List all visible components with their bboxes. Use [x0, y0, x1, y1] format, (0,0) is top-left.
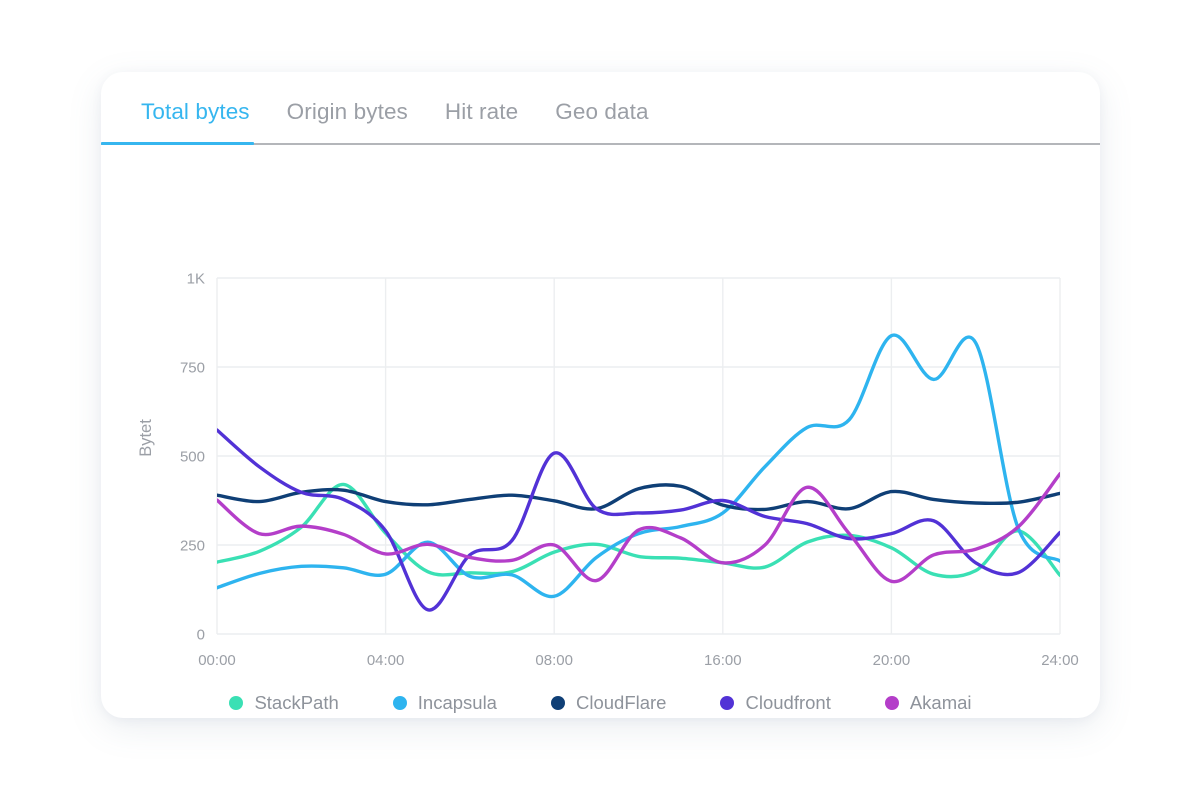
- chart-gridlines: [216, 277, 1061, 635]
- legend-color-dot-icon: [550, 696, 565, 710]
- tab-hit-rate[interactable]: Hit rate: [445, 98, 518, 126]
- screen-root: Total bytes Origin bytes Hit rate Geo data …: [0, 0, 1200, 800]
- line-chart: 0 250 500 750 1K Bytet 00:00 04:00 08:00 16:00 20:…: [137, 271, 1079, 670]
- legend-item-incapsula[interactable]: Incapsula: [392, 692, 497, 714]
- legend-label: Incapsula: [417, 692, 497, 713]
- legend-color-dot-icon: [229, 696, 244, 710]
- y-axis-tick-label: 500: [180, 449, 205, 466]
- legend-item-cloudfront[interactable]: Cloudfront: [720, 692, 831, 714]
- tab-bar: Total bytes Origin bytes Hit rate Geo data: [101, 72, 1100, 146]
- y-axis: 0 250 500 750 1K: [180, 271, 205, 644]
- tab-geo-data[interactable]: Geo data: [555, 98, 648, 126]
- y-axis-tick-label: 250: [180, 538, 205, 555]
- tab-total-bytes[interactable]: Total bytes: [141, 98, 250, 126]
- series-line-cloudflare[interactable]: [217, 483, 1060, 512]
- active-tab-indicator: [101, 142, 254, 145]
- x-axis-tick-label: 16:00: [704, 652, 742, 669]
- legend-label: StackPath: [254, 692, 339, 713]
- tab-origin-bytes[interactable]: Origin bytes: [287, 98, 408, 126]
- x-axis-tick-label: 24:00: [1041, 652, 1079, 669]
- legend-color-dot-icon: [720, 696, 735, 710]
- legend-label: CloudFlare: [575, 692, 667, 713]
- legend-color-dot-icon: [884, 696, 899, 710]
- y-axis-tick-label: 1K: [187, 271, 205, 288]
- legend-label: Cloudfront: [745, 692, 831, 713]
- x-axis-tick-label: 08:00: [535, 652, 573, 669]
- chart-series-group: [217, 333, 1060, 612]
- chart-container: 0 250 500 750 1K Bytet 00:00 04:00 08:00 16:00 20:…: [101, 146, 1100, 718]
- x-axis-tick-label: 00:00: [198, 652, 236, 669]
- chart-legend: StackPath Incapsula CloudFlare Cloudfront Ak…: [101, 692, 1100, 714]
- legend-item-cloudflare[interactable]: CloudFlare: [550, 692, 667, 714]
- legend-label: Akamai: [909, 692, 972, 713]
- series-line-cloudfront[interactable]: [217, 428, 1060, 612]
- x-axis: 00:00 04:00 08:00 16:00 20:00 24:00: [198, 652, 1079, 669]
- x-axis-tick-label: 04:00: [367, 652, 405, 669]
- legend-item-stackpath[interactable]: StackPath: [229, 692, 339, 714]
- y-axis-tick-label: 0: [197, 627, 205, 644]
- legend-color-dot-icon: [392, 696, 407, 710]
- tab-list: Total bytes Origin bytes Hit rate Geo data: [141, 98, 649, 126]
- y-axis-title: Bytet: [137, 419, 155, 457]
- x-axis-tick-label: 20:00: [873, 652, 911, 669]
- legend-item-akamai[interactable]: Akamai: [884, 692, 972, 714]
- analytics-card: Total bytes Origin bytes Hit rate Geo data …: [101, 72, 1100, 718]
- y-axis-tick-label: 750: [180, 360, 205, 377]
